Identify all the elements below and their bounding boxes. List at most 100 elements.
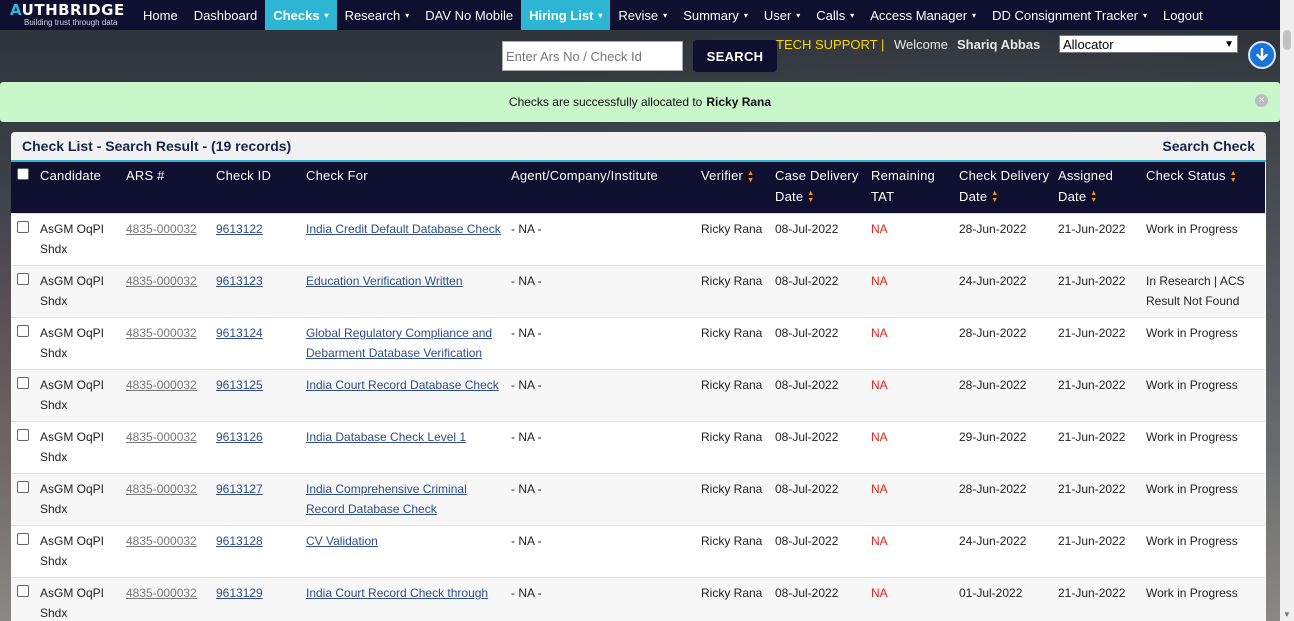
close-icon[interactable]: × [1255, 94, 1268, 107]
nav-item-label: Access Manager [870, 7, 968, 23]
check-for-link[interactable]: India Court Record Database Check [306, 378, 499, 392]
caret-down-icon: ▾ [663, 10, 668, 20]
agent-value: - NA - [511, 222, 542, 236]
check-for-link[interactable]: India Court Record Check through [306, 586, 488, 600]
row-checkbox[interactable] [17, 325, 29, 337]
search-check-link[interactable]: Search Check [1162, 138, 1255, 154]
nav-item-research[interactable]: Research ▾ [337, 0, 418, 30]
verifier-value: Ricky Rana [701, 378, 763, 392]
assigned-date-value: 21-Jun-2022 [1058, 534, 1126, 548]
nav-item-dd-consignment-tracker[interactable]: DD Consignment Tracker ▾ [984, 0, 1155, 30]
column-header-verifier[interactable]: Verifier ▲▼ [697, 162, 771, 214]
ars-link[interactable]: 4835-000032 [126, 326, 197, 340]
ars-link[interactable]: 4835-000032 [126, 378, 197, 392]
ars-link[interactable]: 4835-000032 [126, 586, 197, 600]
check-id-link[interactable]: 9613127 [216, 482, 263, 496]
check-id-link[interactable]: 9613124 [216, 326, 263, 340]
candidate-cell: AsGM OqPI Shdx [36, 369, 122, 422]
nav-item-revise[interactable]: Revise ▾ [610, 0, 675, 30]
case-delivery-date-value: 08-Jul-2022 [775, 326, 839, 340]
nav-item-hiring-list[interactable]: Hiring List ▾ [521, 0, 611, 30]
scroll-down-button[interactable] [1248, 41, 1276, 69]
role-select-value: Allocator [1063, 36, 1114, 52]
case-delivery-date-value: 08-Jul-2022 [775, 482, 839, 496]
row-checkbox[interactable] [17, 585, 29, 597]
sort-icon[interactable]: ▲▼ [807, 190, 814, 204]
remaining-tat-value: NA [871, 222, 888, 236]
ars-link[interactable]: 4835-000032 [126, 430, 197, 444]
check-id-link[interactable]: 9613123 [216, 274, 263, 288]
column-header-candidate: Candidate [36, 162, 122, 214]
brand-logo[interactable]: AUTHBRIDGE Building trust through data [0, 0, 135, 30]
check-for-link[interactable]: CV Validation [306, 534, 378, 548]
nav-item-user[interactable]: User ▾ [756, 0, 808, 30]
search-button[interactable]: SEARCH [693, 40, 777, 72]
sort-icon[interactable]: ▲▼ [1230, 170, 1237, 184]
nav-item-home[interactable]: Home [135, 0, 186, 30]
case-delivery-date-cell: 08-Jul-2022 [771, 265, 867, 318]
ars-check-search-input[interactable] [502, 41, 683, 71]
sort-icon[interactable]: ▲▼ [991, 190, 998, 204]
check-for-link[interactable]: India Credit Default Database Check [306, 222, 501, 236]
row-checkbox[interactable] [17, 533, 29, 545]
tech-support-link[interactable]: TECH SUPPORT | [776, 37, 884, 52]
candidate-value: AsGM OqPI Shdx [40, 274, 105, 308]
column-header-check-status[interactable]: Check Status ▲▼ [1142, 162, 1265, 214]
check-delivery-date-cell: 24-Jun-2022 [955, 265, 1054, 318]
check-status-cell: Work in Progress [1142, 421, 1265, 474]
check-for-link[interactable]: Global Regulatory Compliance and Debarme… [306, 326, 492, 360]
sort-icon[interactable]: ▲▼ [747, 170, 754, 184]
row-select-cell [11, 265, 36, 318]
nav-item-dashboard[interactable]: Dashboard [186, 0, 266, 30]
nav-item-summary[interactable]: Summary ▾ [675, 0, 756, 30]
check-delivery-date-cell: 28-Jun-2022 [955, 473, 1054, 526]
table-row: AsGM OqPI Shdx 4835-000032 9613125 India Co… [11, 369, 1265, 422]
verifier-value: Ricky Rana [701, 222, 763, 236]
assigned-date-cell: 21-Jun-2022 [1054, 577, 1142, 621]
nav-item-logout[interactable]: Logout [1155, 0, 1211, 30]
row-checkbox[interactable] [17, 377, 29, 389]
row-checkbox[interactable] [17, 481, 29, 493]
check-id-link[interactable]: 9613128 [216, 534, 263, 548]
sort-icon[interactable]: ▲▼ [1090, 190, 1097, 204]
role-select[interactable]: Allocator ▼ [1059, 35, 1238, 53]
assigned-date-value: 21-Jun-2022 [1058, 274, 1126, 288]
check-id-link[interactable]: 9613122 [216, 222, 263, 236]
check-for-link[interactable]: India Comprehensive Criminal Record Data… [306, 482, 467, 516]
scrollbar-thumb[interactable] [1283, 30, 1291, 50]
arrow-down-icon [1256, 48, 1268, 61]
remaining-tat-value: NA [871, 586, 888, 600]
check-for-link[interactable]: India Database Check Level 1 [306, 430, 466, 444]
check-delivery-date-value: 28-Jun-2022 [959, 222, 1027, 236]
check-for-link[interactable]: Education Verification Written [306, 274, 463, 288]
ars-link[interactable]: 4835-000032 [126, 274, 197, 288]
column-header-case-delivery-date[interactable]: Case Delivery Date ▲▼ [771, 162, 867, 214]
scroll-down-arrow-icon[interactable]: ▼ [1283, 610, 1291, 619]
check-delivery-date-value: 28-Jun-2022 [959, 378, 1027, 392]
ars-link[interactable]: 4835-000032 [126, 482, 197, 496]
ars-cell: 4835-000032 [122, 473, 212, 526]
check-id-link[interactable]: 9613129 [216, 586, 263, 600]
row-checkbox[interactable] [17, 221, 29, 233]
nav-item-dav-no-mobile[interactable]: DAV No Mobile [417, 0, 521, 30]
column-header-assigned-date[interactable]: Assigned Date ▲▼ [1054, 162, 1142, 214]
nav-item-checks[interactable]: Checks ▾ [265, 0, 337, 30]
column-header-label: Remaining TAT [871, 168, 935, 204]
remaining-tat-cell: NA [867, 317, 955, 370]
row-checkbox[interactable] [17, 429, 29, 441]
check-delivery-date-cell: 28-Jun-2022 [955, 213, 1054, 266]
check-id-link[interactable]: 9613126 [216, 430, 263, 444]
row-checkbox[interactable] [17, 273, 29, 285]
check-id-cell: 9613128 [212, 525, 302, 578]
check-id-link[interactable]: 9613125 [216, 378, 263, 392]
nav-item-calls[interactable]: Calls ▾ [808, 0, 862, 30]
ars-link[interactable]: 4835-000032 [126, 222, 197, 236]
table-body: AsGM OqPI Shdx 4835-000032 9613122 India Cr… [11, 213, 1265, 621]
ars-link[interactable]: 4835-000032 [126, 534, 197, 548]
select-all-checkbox[interactable] [17, 168, 29, 180]
column-header-check-delivery-date[interactable]: Check Delivery Date ▲▼ [955, 162, 1054, 214]
candidate-cell: AsGM OqPI Shdx [36, 213, 122, 266]
nav-item-access-manager[interactable]: Access Manager ▾ [862, 0, 984, 30]
page-scrollbar[interactable]: ▼ [1280, 0, 1294, 621]
nav-item-label: Logout [1163, 7, 1203, 23]
